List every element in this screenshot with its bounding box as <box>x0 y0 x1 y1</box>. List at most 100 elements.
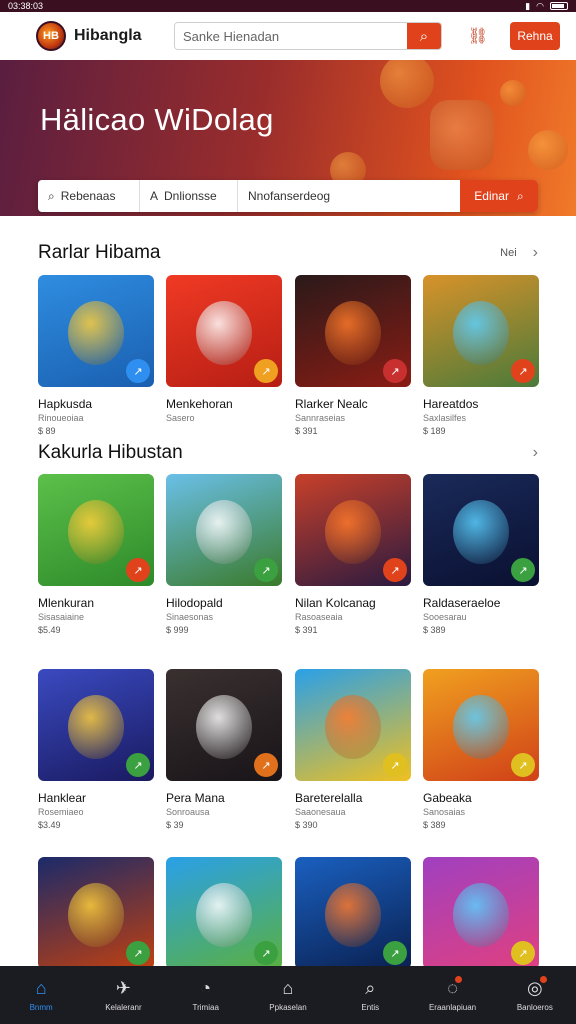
play-badge-icon[interactable]: ↗ <box>511 359 535 383</box>
play-badge-icon[interactable]: ↗ <box>254 941 278 965</box>
game-title[interactable]: Pera Mana <box>166 791 282 805</box>
game-title[interactable]: Raldaseraeloe <box>423 596 539 610</box>
search-icon: ⌕ <box>365 977 376 998</box>
section-header: Kakurla Hibustan › <box>38 442 538 464</box>
game-thumbnail[interactable]: ↗ <box>295 857 411 969</box>
game-thumbnail[interactable]: ↗ <box>295 474 411 586</box>
play-badge-icon[interactable]: ↗ <box>126 753 150 777</box>
game-subtitle: Rosemiaeo <box>38 807 84 817</box>
cart-button[interactable]: ⛓ <box>464 22 492 50</box>
game-thumbnail[interactable]: ↗ <box>423 275 539 387</box>
game-price: $ 999 <box>166 625 189 635</box>
game-price: $ 391 <box>295 625 318 635</box>
game-subtitle: Rasoaseaia <box>295 612 343 622</box>
game-title[interactable]: Gabeaka <box>423 791 539 805</box>
filter-type[interactable]: A Dnlionsse <box>140 180 238 212</box>
game-subtitle: Saxlasilfes <box>423 413 467 423</box>
game-card[interactable]: ↗ Hanklear Rosemiaeo $3.49 <box>38 669 154 830</box>
game-title[interactable]: Nilan Kolcanag <box>295 596 411 610</box>
bottom-nav: ⌂ Bnmm ✈ Kelaleranr ◔ Trimiaa ⌂ Ppkaselan ⌕ Entis… <box>0 966 576 1024</box>
game-title[interactable]: Bareterelalla <box>295 791 411 805</box>
game-title[interactable]: Hilodopald <box>166 596 282 610</box>
search-box: ⌕ <box>174 22 442 50</box>
game-thumbnail[interactable]: ↗ <box>38 474 154 586</box>
play-badge-icon[interactable]: ↗ <box>254 753 278 777</box>
filter-keyword[interactable]: Nnofanserdeog <box>238 180 460 212</box>
character-art <box>453 500 509 564</box>
game-card[interactable]: ↗ Hareatdos Saxlasilfes $ 189 <box>423 275 539 436</box>
play-badge-icon[interactable]: ↗ <box>254 359 278 383</box>
game-thumbnail[interactable]: ↗ <box>423 669 539 781</box>
character-art <box>196 500 252 564</box>
nav-item[interactable]: ◎ Banloeros <box>494 966 576 1024</box>
play-badge-icon[interactable]: ↗ <box>126 941 150 965</box>
game-card[interactable]: ↗ Menkehoran Sasero <box>166 275 282 423</box>
game-thumbnail[interactable]: ↗ <box>295 275 411 387</box>
game-title[interactable]: Menkehoran <box>166 397 282 411</box>
game-card[interactable]: ↗ Nilan Kolcanag Rasoaseaia $ 391 <box>295 474 411 635</box>
game-card[interactable]: ↗ Hapkusda Rinoueoiaa $ 89 <box>38 275 154 436</box>
play-badge-icon[interactable]: ↗ <box>383 753 407 777</box>
brand-logo[interactable]: HB <box>36 21 66 51</box>
filter-search-button[interactable]: Edinar ⌕ <box>460 180 538 212</box>
game-title[interactable]: Rlarker Nealc <box>295 397 411 411</box>
game-title[interactable]: Hapkusda <box>38 397 154 411</box>
game-title[interactable]: Hareatdos <box>423 397 539 411</box>
search-input[interactable] <box>175 23 407 49</box>
play-badge-icon[interactable]: ↗ <box>511 941 535 965</box>
game-card[interactable]: ↗ Gabeaka Sanosaias $ 389 <box>423 669 539 830</box>
nav-item[interactable]: ◔ Trimiaa <box>165 966 247 1024</box>
nav-item[interactable]: ⌂ Ppkaselan <box>247 966 329 1024</box>
game-thumbnail[interactable]: ↗ <box>166 474 282 586</box>
profile-icon: ◎ <box>527 975 547 997</box>
nav-item[interactable]: ⌂ Bnmm <box>0 966 82 1024</box>
game-thumbnail[interactable]: ↗ <box>166 275 282 387</box>
filter-category[interactable]: ⌕ Rebenaas <box>38 180 140 212</box>
brand-name[interactable]: Hibangla <box>74 27 162 45</box>
game-thumbnail[interactable]: ↗ <box>166 669 282 781</box>
nav-item[interactable]: ⌕ Entis <box>329 966 411 1024</box>
game-card[interactable]: ↗ <box>423 857 539 969</box>
game-thumbnail[interactable]: ↗ <box>166 857 282 969</box>
play-badge-icon[interactable]: ↗ <box>511 753 535 777</box>
wifi-icon: ◠ <box>536 0 544 11</box>
game-card[interactable]: ↗ Pera Mana Sonroausa $ 39 <box>166 669 282 830</box>
play-badge-icon[interactable]: ↗ <box>383 941 407 965</box>
game-thumbnail[interactable]: ↗ <box>295 669 411 781</box>
play-badge-icon[interactable]: ↗ <box>254 558 278 582</box>
game-subtitle: Sasero <box>166 413 195 423</box>
game-card[interactable]: ↗ <box>295 857 411 969</box>
game-title[interactable]: Mlenkuran <box>38 596 154 610</box>
link-icon: ⛓ <box>467 28 489 45</box>
game-card[interactable]: ↗ <box>166 857 282 969</box>
chevron-right-icon[interactable]: › <box>533 444 538 462</box>
game-card[interactable]: ↗ Mlenkuran Sisasaiaine $5.49 <box>38 474 154 635</box>
hero-banner: Hälicao WiDolag ⌕ Rebenaas A Dnlionsse N… <box>0 60 576 216</box>
play-badge-icon[interactable]: ↗ <box>383 359 407 383</box>
search-button[interactable]: ⌕ <box>407 23 441 49</box>
game-card[interactable]: ↗ Hilodopald Sinaesonas $ 999 <box>166 474 282 635</box>
game-card[interactable]: ↗ Raldaseraeloe Sooesarau $ 389 <box>423 474 539 635</box>
section-title: Kakurla Hibustan <box>38 442 183 463</box>
play-badge-icon[interactable]: ↗ <box>383 558 407 582</box>
chevron-right-icon[interactable]: › <box>533 244 538 262</box>
nav-item[interactable]: ✈ Kelaleranr <box>82 966 164 1024</box>
game-thumbnail[interactable]: ↗ <box>38 275 154 387</box>
search-icon: ⌕ <box>516 188 524 203</box>
see-all-link[interactable]: Nei <box>500 247 517 259</box>
play-badge-icon[interactable]: ↗ <box>126 558 150 582</box>
game-thumbnail[interactable]: ↗ <box>423 857 539 969</box>
game-card[interactable]: ↗ <box>38 857 154 969</box>
game-thumbnail[interactable]: ↗ <box>38 857 154 969</box>
nav-item[interactable]: ◌ Eraanlapiuan <box>411 966 493 1024</box>
character-art <box>68 883 124 947</box>
character-art <box>196 695 252 759</box>
signin-button[interactable]: Rehna <box>510 22 560 50</box>
game-card[interactable]: ↗ Bareterelalla Saaonesaua $ 390 <box>295 669 411 830</box>
game-thumbnail[interactable]: ↗ <box>423 474 539 586</box>
game-card[interactable]: ↗ Rlarker Nealc Sannraseias $ 391 <box>295 275 411 436</box>
play-badge-icon[interactable]: ↗ <box>511 558 535 582</box>
game-title[interactable]: Hanklear <box>38 791 154 805</box>
play-badge-icon[interactable]: ↗ <box>126 359 150 383</box>
game-thumbnail[interactable]: ↗ <box>38 669 154 781</box>
